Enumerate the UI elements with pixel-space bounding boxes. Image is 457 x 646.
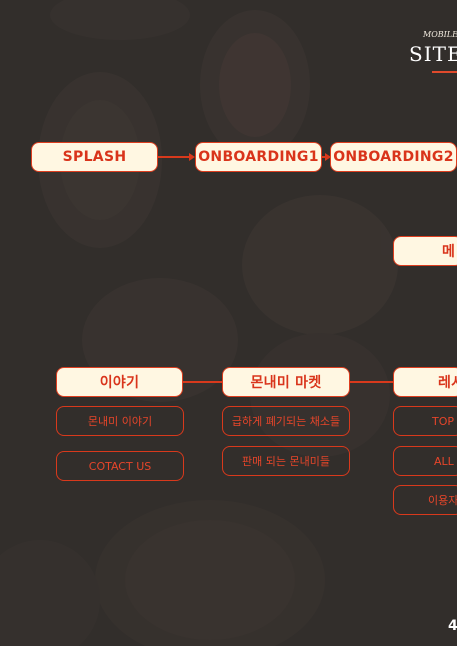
sub-market-selling: 판매 되는 몬내미들 <box>222 446 350 476</box>
connector-story-market <box>183 381 223 383</box>
node-onboarding2: ONBOARDING2 <box>330 142 457 172</box>
sub-market-discard: 급하게 폐기되는 채소들 <box>222 406 350 436</box>
connector-splash-onboarding1 <box>158 156 190 158</box>
connector-market-recipe <box>350 381 394 383</box>
title-underline <box>432 71 457 73</box>
page-title: SITE <box>409 42 457 66</box>
node-market: 몬내미 마켓 <box>222 367 350 397</box>
sub-story-monnaemi: 몬내미 이야기 <box>56 406 184 436</box>
page-subtitle: MOBILE <box>423 30 457 39</box>
node-splash: SPLASH <box>31 142 158 172</box>
node-story: 이야기 <box>56 367 183 397</box>
node-onboarding1: ONBOARDING1 <box>195 142 322 172</box>
page-number: 4 <box>448 618 457 634</box>
sub-story-contact: COTACT US <box>56 451 184 481</box>
sub-recipe-top: TOP <box>393 406 457 436</box>
node-recipe-partial: 레시 <box>393 367 457 397</box>
sub-recipe-user: 이용자 <box>393 485 457 515</box>
fruit-background-image <box>0 0 398 646</box>
sub-recipe-all: ALL <box>393 446 457 476</box>
node-main-partial: 메 <box>393 236 457 266</box>
